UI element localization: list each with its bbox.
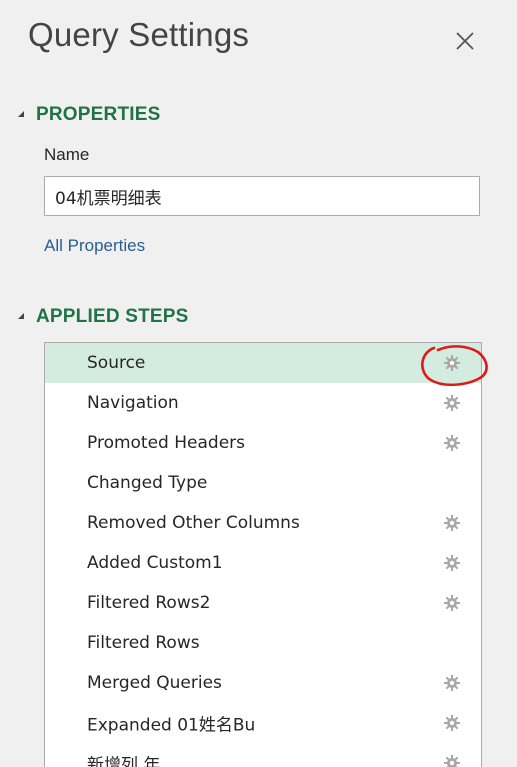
gear-icon[interactable] [443, 434, 461, 452]
pane-title: Query Settings [28, 16, 250, 53]
collapse-triangle-icon [18, 313, 24, 319]
gear-icon[interactable] [443, 594, 461, 612]
step-label: Changed Type [87, 473, 208, 493]
step-label: 新增列 年 [87, 755, 161, 767]
applied-steps-header: APPLIED STEPS [36, 306, 189, 327]
step-merged-queries[interactable]: Merged Queries [45, 663, 481, 703]
step-source[interactable]: Source [45, 343, 481, 383]
gear-icon[interactable] [443, 714, 461, 732]
name-label: Name [44, 145, 90, 164]
gear-icon[interactable] [443, 394, 461, 412]
step-added-custom1[interactable]: Added Custom1 [45, 543, 481, 583]
step-filtered-rows[interactable]: Filtered Rows [45, 623, 481, 663]
step-label: Filtered Rows [87, 633, 200, 653]
query-settings-pane: Query Settings PROPERTIES Name All Prope… [0, 0, 517, 767]
step-label: Promoted Headers [87, 433, 246, 453]
step-promoted-headers[interactable]: Promoted Headers [45, 423, 481, 463]
step-label: Source [87, 353, 146, 373]
step-removed-other-columns[interactable]: Removed Other Columns [45, 503, 481, 543]
step-label: Expanded 01姓名Bu [87, 715, 256, 736]
step-label: Merged Queries [87, 673, 222, 693]
close-icon[interactable] [452, 28, 478, 54]
gear-icon[interactable] [443, 354, 461, 372]
step-filtered-rows2[interactable]: Filtered Rows2 [45, 583, 481, 623]
step-expanded-01[interactable]: Expanded 01姓名Bu [45, 703, 481, 743]
step-navigation[interactable]: Navigation [45, 383, 481, 423]
properties-header: PROPERTIES [36, 104, 161, 125]
gear-icon[interactable] [443, 674, 461, 692]
gear-icon[interactable] [443, 514, 461, 532]
step-label: Added Custom1 [87, 553, 223, 573]
gear-icon[interactable] [443, 754, 461, 767]
step-label: Filtered Rows2 [87, 593, 211, 613]
query-name-input[interactable] [44, 176, 480, 216]
applied-steps-section-toggle[interactable]: APPLIED STEPS [18, 306, 189, 328]
step-label: Navigation [87, 393, 179, 413]
step-added-column-year[interactable]: 新增列 年 [45, 743, 481, 767]
applied-steps-list: Source Navigation Promoted Headers Chang… [44, 342, 482, 767]
all-properties-link[interactable]: All Properties [44, 236, 145, 256]
collapse-triangle-icon [18, 111, 24, 117]
gear-icon[interactable] [443, 554, 461, 572]
step-changed-type[interactable]: Changed Type [45, 463, 481, 503]
properties-section-toggle[interactable]: PROPERTIES [18, 104, 160, 126]
step-label: Removed Other Columns [87, 513, 300, 533]
